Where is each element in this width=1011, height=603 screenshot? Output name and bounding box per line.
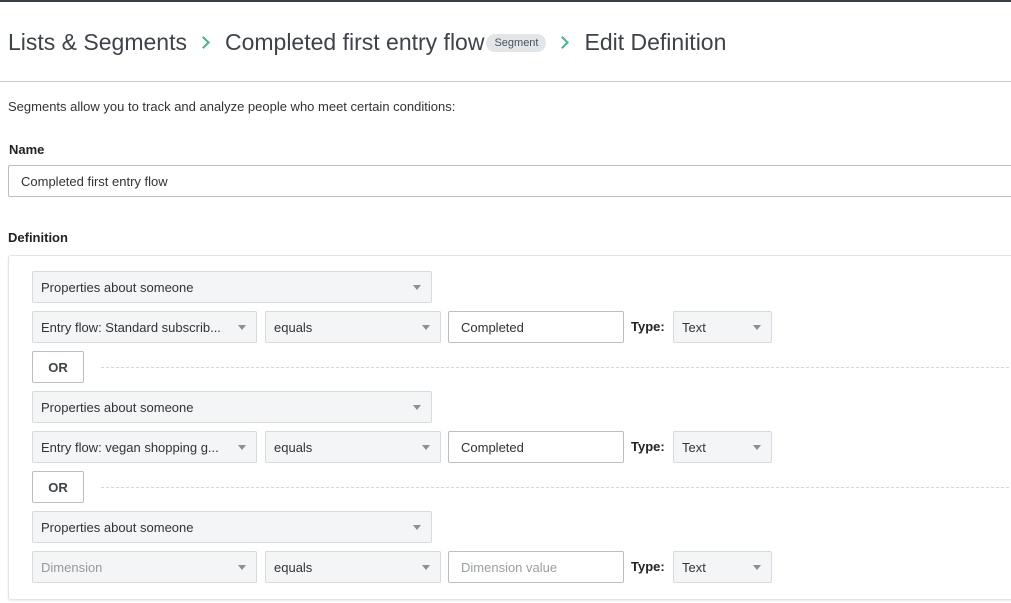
category-select-value: Properties about someone bbox=[41, 519, 194, 535]
type-select-2[interactable]: Text bbox=[673, 431, 772, 463]
type-select-value: Text bbox=[682, 439, 706, 455]
dimension-select-3[interactable]: Dimension bbox=[32, 551, 257, 583]
operator-select-2[interactable]: equals bbox=[265, 431, 441, 463]
chevron-down-icon bbox=[238, 565, 246, 570]
breadcrumb-current: Edit Definition bbox=[584, 28, 727, 55]
type-select-3[interactable]: Text bbox=[673, 551, 772, 583]
type-select-value: Text bbox=[682, 559, 706, 575]
chevron-down-icon bbox=[238, 325, 246, 330]
type-label-1: Type: bbox=[631, 319, 665, 334]
dimension-select-value: Dimension bbox=[41, 559, 103, 575]
or-divider-1 bbox=[101, 367, 1011, 368]
type-label-2: Type: bbox=[631, 439, 665, 454]
chevron-down-icon bbox=[753, 325, 761, 330]
dimension-select-1[interactable]: Entry flow: Standard subscrib... bbox=[32, 311, 257, 343]
chevron-down-icon bbox=[413, 405, 421, 410]
breadcrumb-lists-segments[interactable]: Lists & Segments bbox=[8, 29, 187, 56]
operator-select-value: equals bbox=[274, 559, 313, 575]
category-select-1[interactable]: Properties about someone bbox=[32, 271, 432, 303]
name-input[interactable] bbox=[8, 165, 1011, 197]
breadcrumb-segment-name[interactable]: Completed first entry flow bbox=[225, 29, 484, 56]
header-divider bbox=[0, 81, 1011, 82]
type-select-value: Text bbox=[682, 319, 706, 335]
category-select-2[interactable]: Properties about someone bbox=[32, 391, 432, 423]
dimension-select-value: Entry flow: vegan shopping g... bbox=[41, 439, 219, 455]
chevron-down-icon bbox=[753, 445, 761, 450]
chevron-down-icon bbox=[238, 445, 246, 450]
value-input-3[interactable] bbox=[448, 551, 624, 583]
chevron-down-icon bbox=[753, 565, 761, 570]
chevron-right-icon bbox=[197, 35, 210, 49]
type-select-1[interactable]: Text bbox=[673, 311, 772, 343]
or-button-2[interactable]: OR bbox=[32, 471, 84, 503]
operator-select-1[interactable]: equals bbox=[265, 311, 441, 343]
operator-select-value: equals bbox=[274, 319, 313, 335]
chevron-down-icon bbox=[413, 285, 421, 290]
category-select-value: Properties about someone bbox=[41, 279, 194, 295]
breadcrumb: Lists & Segments Completed first entry f… bbox=[8, 26, 726, 58]
top-border bbox=[0, 0, 1011, 2]
value-input-2[interactable] bbox=[448, 431, 624, 463]
chevron-down-icon bbox=[422, 325, 430, 330]
chevron-down-icon bbox=[422, 565, 430, 570]
definition-label: Definition bbox=[8, 230, 68, 245]
category-select-3[interactable]: Properties about someone bbox=[32, 511, 432, 543]
operator-select-value: equals bbox=[274, 439, 313, 455]
chevron-down-icon bbox=[413, 525, 421, 530]
or-button-1[interactable]: OR bbox=[32, 351, 84, 383]
value-input-1[interactable] bbox=[448, 311, 624, 343]
intro-text: Segments allow you to track and analyze … bbox=[8, 99, 456, 114]
chevron-right-icon bbox=[556, 35, 570, 49]
operator-select-3[interactable]: equals bbox=[265, 551, 441, 583]
dimension-select-value: Entry flow: Standard subscrib... bbox=[41, 319, 221, 335]
chevron-down-icon bbox=[422, 445, 430, 450]
definition-panel: Properties about someone Entry flow: Sta… bbox=[8, 255, 1011, 600]
type-label-3: Type: bbox=[631, 559, 665, 574]
category-select-value: Properties about someone bbox=[41, 399, 194, 415]
dimension-select-2[interactable]: Entry flow: vegan shopping g... bbox=[32, 431, 257, 463]
segment-badge: Segment bbox=[486, 34, 547, 52]
or-divider-2 bbox=[101, 487, 1011, 488]
name-label: Name bbox=[9, 142, 45, 157]
